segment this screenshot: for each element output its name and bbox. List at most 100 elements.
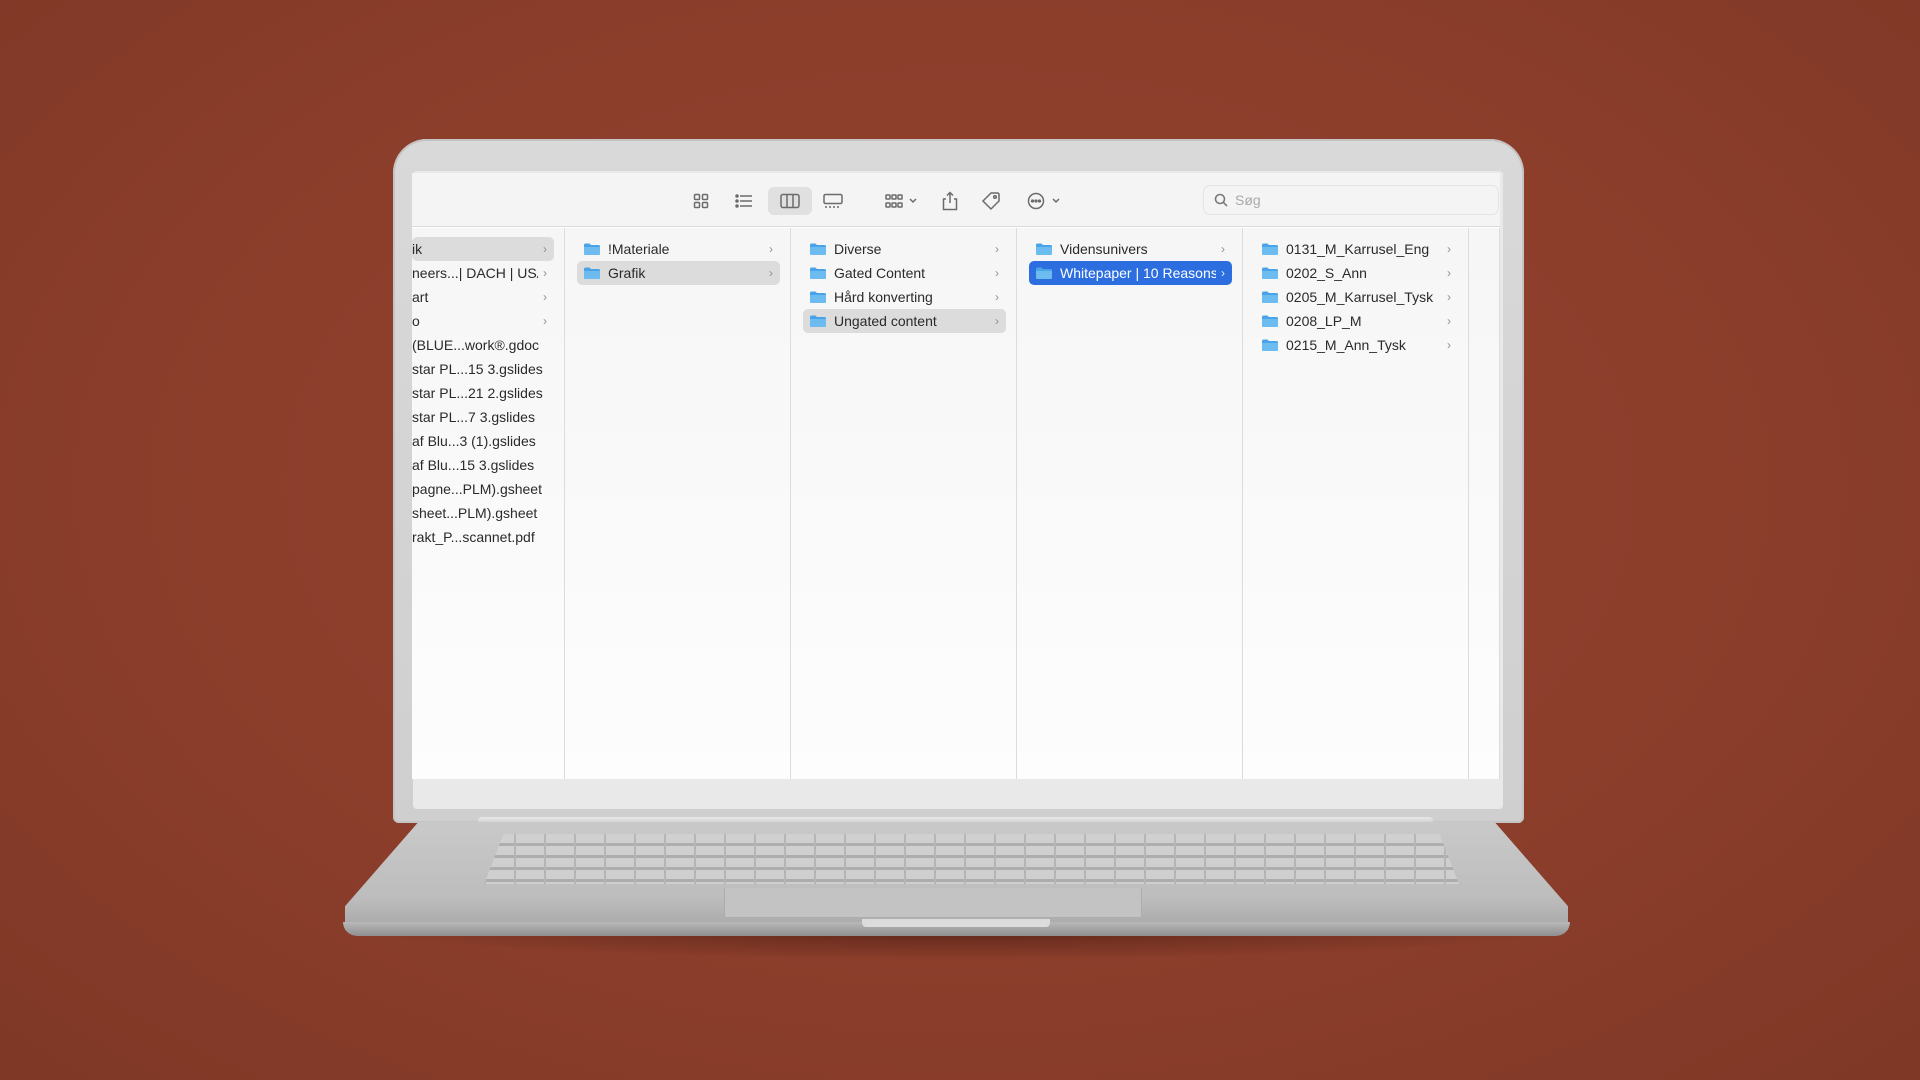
folder-icon — [1262, 315, 1278, 327]
chevron-right-icon: › — [1447, 314, 1451, 328]
file-item[interactable]: o › — [412, 309, 554, 333]
item-label: 0131_M_Karrusel_Eng — [1286, 241, 1430, 257]
chevron-right-icon: › — [543, 242, 547, 256]
chevron-right-icon: › — [1447, 266, 1451, 280]
folder-item[interactable]: 0208_LP_M › — [1255, 309, 1458, 333]
chevron-right-icon: › — [543, 266, 547, 280]
folder-icon — [1036, 267, 1052, 279]
file-item[interactable]: art › — [412, 285, 554, 309]
folder-item[interactable]: Ungated content › — [803, 309, 1006, 333]
item-label: 0202_S_Ann — [1286, 265, 1367, 281]
chevron-right-icon: › — [995, 314, 999, 328]
chevron-right-icon: › — [1447, 338, 1451, 352]
gallery-view-icon[interactable] — [818, 187, 848, 215]
icon-view-icon[interactable] — [687, 187, 715, 215]
group-icon[interactable] — [882, 187, 922, 215]
item-label: o — [412, 313, 420, 329]
file-item[interactable]: star PL...7 3.gslides — [412, 405, 554, 429]
item-label: rakt_P...scannet.pdf — [412, 529, 535, 545]
file-item[interactable]: ik › — [412, 237, 554, 261]
finder-column-5[interactable]: 0131_M_Karrusel_Eng › 0202_S_Ann › 0205_M_Ka… — [1243, 228, 1469, 779]
item-label: sheet...PLM).gsheet — [412, 505, 538, 521]
chevron-right-icon: › — [1447, 242, 1451, 256]
item-label: Diverse — [834, 241, 882, 257]
item-label: Grafik — [608, 265, 646, 281]
folder-icon — [1262, 267, 1278, 279]
chevron-right-icon: › — [769, 242, 773, 256]
item-label: Ungated content — [834, 313, 937, 329]
folder-icon — [810, 315, 826, 327]
folder-item[interactable]: 0215_M_Ann_Tysk › — [1255, 333, 1458, 357]
file-item[interactable]: af Blu...3 (1).gslides — [412, 429, 554, 453]
finder-column-4[interactable]: Vidensunivers › Whitepaper | 10 Reasons › — [1017, 228, 1243, 779]
laptop-lid: ik›neers...| DACH | USA›art›o›(BLUE...wo… — [393, 139, 1524, 823]
item-label: (BLUE...work®.gdoc — [412, 337, 540, 353]
folder-item[interactable]: Diverse › — [803, 237, 1006, 261]
item-label: art — [412, 289, 429, 305]
chevron-right-icon: › — [543, 314, 547, 328]
file-item[interactable]: rakt_P...scannet.pdf — [412, 525, 554, 549]
finder-window: ik›neers...| DACH | USA›art›o›(BLUE...wo… — [412, 173, 1500, 779]
chevron-right-icon: › — [995, 242, 999, 256]
item-label: star PL...15 3.gslides — [412, 361, 543, 377]
file-item[interactable]: neers...| DACH | USA › — [412, 261, 554, 285]
folder-icon — [810, 291, 826, 303]
search-icon — [1214, 193, 1228, 207]
file-item[interactable]: sheet...PLM).gsheet — [412, 501, 554, 525]
item-label: af Blu...15 3.gslides — [412, 457, 535, 473]
folder-item[interactable]: Hård konverting › — [803, 285, 1006, 309]
finder-toolbar — [412, 173, 1500, 227]
search-field[interactable] — [1203, 185, 1499, 215]
laptop-front-notch — [862, 919, 1050, 927]
folder-item[interactable]: Vidensunivers › — [1029, 237, 1232, 261]
item-label: Whitepaper | 10 Reasons — [1060, 265, 1216, 281]
column-view-icon[interactable] — [768, 187, 812, 215]
chevron-right-icon: › — [1221, 266, 1225, 280]
chevron-right-icon: › — [1221, 242, 1225, 256]
file-item[interactable]: (BLUE...work®.gdoc — [412, 333, 554, 357]
item-label: Gated Content — [834, 265, 926, 281]
folder-item[interactable]: 0205_M_Karrusel_Tysk › — [1255, 285, 1458, 309]
folder-icon — [584, 267, 600, 279]
chevron-right-icon: › — [995, 266, 999, 280]
folder-icon — [1262, 291, 1278, 303]
finder-column-1[interactable]: ik › neers...| DACH | USA › art › o › (BLUE...wo… — [412, 228, 565, 779]
more-icon[interactable] — [1024, 187, 1066, 215]
item-label: 0205_M_Karrusel_Tysk — [1286, 289, 1434, 305]
item-label: star PL...7 3.gslides — [412, 409, 535, 425]
folder-item[interactable]: 0202_S_Ann › — [1255, 261, 1458, 285]
item-label: af Blu...3 (1).gslides — [412, 433, 536, 449]
item-label: pagne...PLM).gsheet — [412, 481, 542, 497]
chevron-right-icon: › — [1447, 290, 1451, 304]
folder-icon — [1262, 243, 1278, 255]
folder-icon — [810, 243, 826, 255]
file-item[interactable]: af Blu...15 3.gslides — [412, 453, 554, 477]
folder-item[interactable]: Grafik › — [577, 261, 780, 285]
share-icon[interactable] — [936, 187, 964, 215]
folder-icon — [584, 243, 600, 255]
item-label: 0215_M_Ann_Tysk — [1286, 337, 1406, 353]
column-browser: ik › neers...| DACH | USA › art › o › (BLUE...wo… — [412, 228, 1500, 779]
folder-item[interactable]: 0131_M_Karrusel_Eng › — [1255, 237, 1458, 261]
folder-item[interactable]: !Materiale › — [577, 237, 780, 261]
finder-column-6[interactable] — [1469, 228, 1500, 779]
item-label: !Materiale — [608, 241, 670, 257]
finder-column-3[interactable]: Diverse › Gated Content › Hård konverting › Un… — [791, 228, 1017, 779]
folder-item[interactable]: Gated Content › — [803, 261, 1006, 285]
file-item[interactable]: pagne...PLM).gsheet — [412, 477, 554, 501]
file-item[interactable]: star PL...21 2.gslides — [412, 381, 554, 405]
finder-column-2[interactable]: !Materiale › Grafik › — [565, 228, 791, 779]
chevron-right-icon: › — [769, 266, 773, 280]
folder-icon — [1036, 243, 1052, 255]
folder-icon — [810, 267, 826, 279]
trackpad — [724, 888, 1142, 918]
chevron-right-icon: › — [543, 290, 547, 304]
folder-item[interactable]: Whitepaper | 10 Reasons › — [1029, 261, 1232, 285]
item-label: ik — [412, 241, 423, 257]
file-item[interactable]: star PL...15 3.gslides — [412, 357, 554, 381]
tag-icon[interactable] — [977, 187, 1005, 215]
chevron-right-icon: › — [995, 290, 999, 304]
item-label: neers...| DACH | USA — [412, 265, 538, 281]
search-input[interactable] — [1235, 192, 1475, 208]
list-view-icon[interactable] — [730, 187, 758, 215]
